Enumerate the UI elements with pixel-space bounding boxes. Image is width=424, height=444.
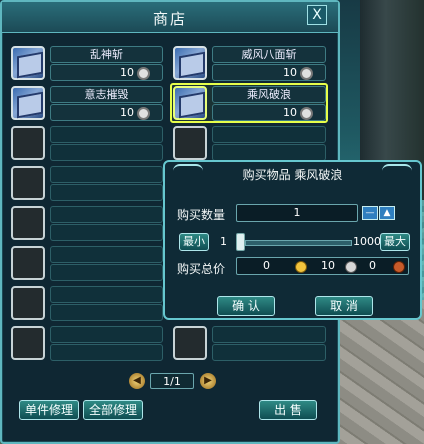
empty-slot-price [50, 344, 163, 361]
empty-slot-price [212, 344, 326, 361]
confirm-button[interactable]: 确 认 [217, 296, 275, 316]
empty-slot-icon[interactable] [11, 126, 45, 160]
empty-slot-name [50, 286, 163, 303]
min-button[interactable]: 最小 [179, 233, 209, 251]
pager: ◀ 1/1 ▶ [2, 372, 342, 392]
page-indicator: 1/1 [150, 373, 194, 389]
empty-slot-icon[interactable] [11, 206, 45, 240]
quantity-label: 购买数量 [177, 208, 226, 222]
total-copper-value: 0 [369, 259, 376, 272]
scene-stone-path [330, 300, 424, 444]
skill-book-icon[interactable] [11, 46, 45, 80]
silver-coin-icon [137, 67, 150, 80]
repair-single-button[interactable]: 单件修理 [19, 400, 79, 420]
empty-slot-price [212, 144, 326, 161]
page-prev-icon[interactable]: ◀ [129, 373, 145, 389]
shop-titlebar[interactable]: 商店 X [2, 2, 338, 33]
gold-coin-icon [295, 261, 307, 273]
item-name: 乱神斩 [50, 46, 163, 63]
empty-slot-icon[interactable] [173, 126, 207, 160]
empty-slot-name [50, 246, 163, 263]
empty-slot-icon[interactable] [11, 246, 45, 280]
silver-coin-icon [300, 107, 313, 120]
repair-all-button[interactable]: 全部修理 [83, 400, 143, 420]
slider-max-value: 1000 [353, 235, 381, 248]
item-price: 10 [50, 104, 163, 121]
empty-slot-icon[interactable] [173, 326, 207, 360]
total-price-label: 购买总价 [177, 262, 226, 276]
item-price: 10 [212, 104, 326, 121]
cancel-button[interactable]: 取 消 [315, 296, 373, 316]
empty-slot-icon[interactable] [11, 166, 45, 200]
empty-slot-name [50, 326, 163, 343]
page-next-icon[interactable]: ▶ [200, 373, 216, 389]
empty-slot-price [50, 304, 163, 321]
dialog-title: 购买物品 乘风破浪 [242, 168, 343, 182]
minus-icon[interactable]: — [362, 206, 378, 220]
slider-min-value: 1 [220, 235, 227, 248]
slider-thumb[interactable] [236, 233, 245, 251]
empty-slot-price [50, 144, 163, 161]
plus-icon[interactable]: ▲ [379, 206, 395, 220]
purchase-dialog: 购买物品 乘风破浪 购买数量 1 — ▲ 最小 1 1000 最大 购买总价 0… [163, 160, 422, 320]
total-silver-value: 10 [321, 259, 335, 272]
item-name: 意志摧毁 [50, 86, 163, 103]
item-name: 威风八面斩 [212, 46, 326, 63]
empty-slot-price [50, 264, 163, 281]
copper-coin-icon [393, 261, 405, 273]
total-gold-value: 0 [263, 259, 270, 272]
total-price-box: 0 10 0 [236, 257, 409, 275]
close-icon[interactable]: X [307, 5, 327, 25]
max-button[interactable]: 最大 [380, 233, 410, 251]
skill-book-icon[interactable] [173, 86, 207, 120]
quantity-slider[interactable] [245, 240, 352, 246]
item-name: 乘风破浪 [212, 86, 326, 103]
empty-slot-name [212, 126, 326, 143]
skill-book-icon[interactable] [173, 46, 207, 80]
sell-button[interactable]: 出 售 [259, 400, 317, 420]
empty-slot-icon[interactable] [11, 286, 45, 320]
empty-slot-name [50, 166, 163, 183]
empty-slot-name [212, 326, 326, 343]
silver-coin-icon [137, 107, 150, 120]
empty-slot-name [50, 206, 163, 223]
empty-slot-icon[interactable] [11, 326, 45, 360]
skill-book-icon[interactable] [11, 86, 45, 120]
item-price: 10 [212, 64, 326, 81]
empty-slot-price [50, 224, 163, 241]
empty-slot-name [50, 126, 163, 143]
quantity-input[interactable]: 1 [236, 204, 358, 222]
silver-coin-icon [345, 261, 357, 273]
silver-coin-icon [300, 67, 313, 80]
empty-slot-price [50, 184, 163, 201]
shop-title: 商店 [152, 10, 187, 28]
item-price: 10 [50, 64, 163, 81]
